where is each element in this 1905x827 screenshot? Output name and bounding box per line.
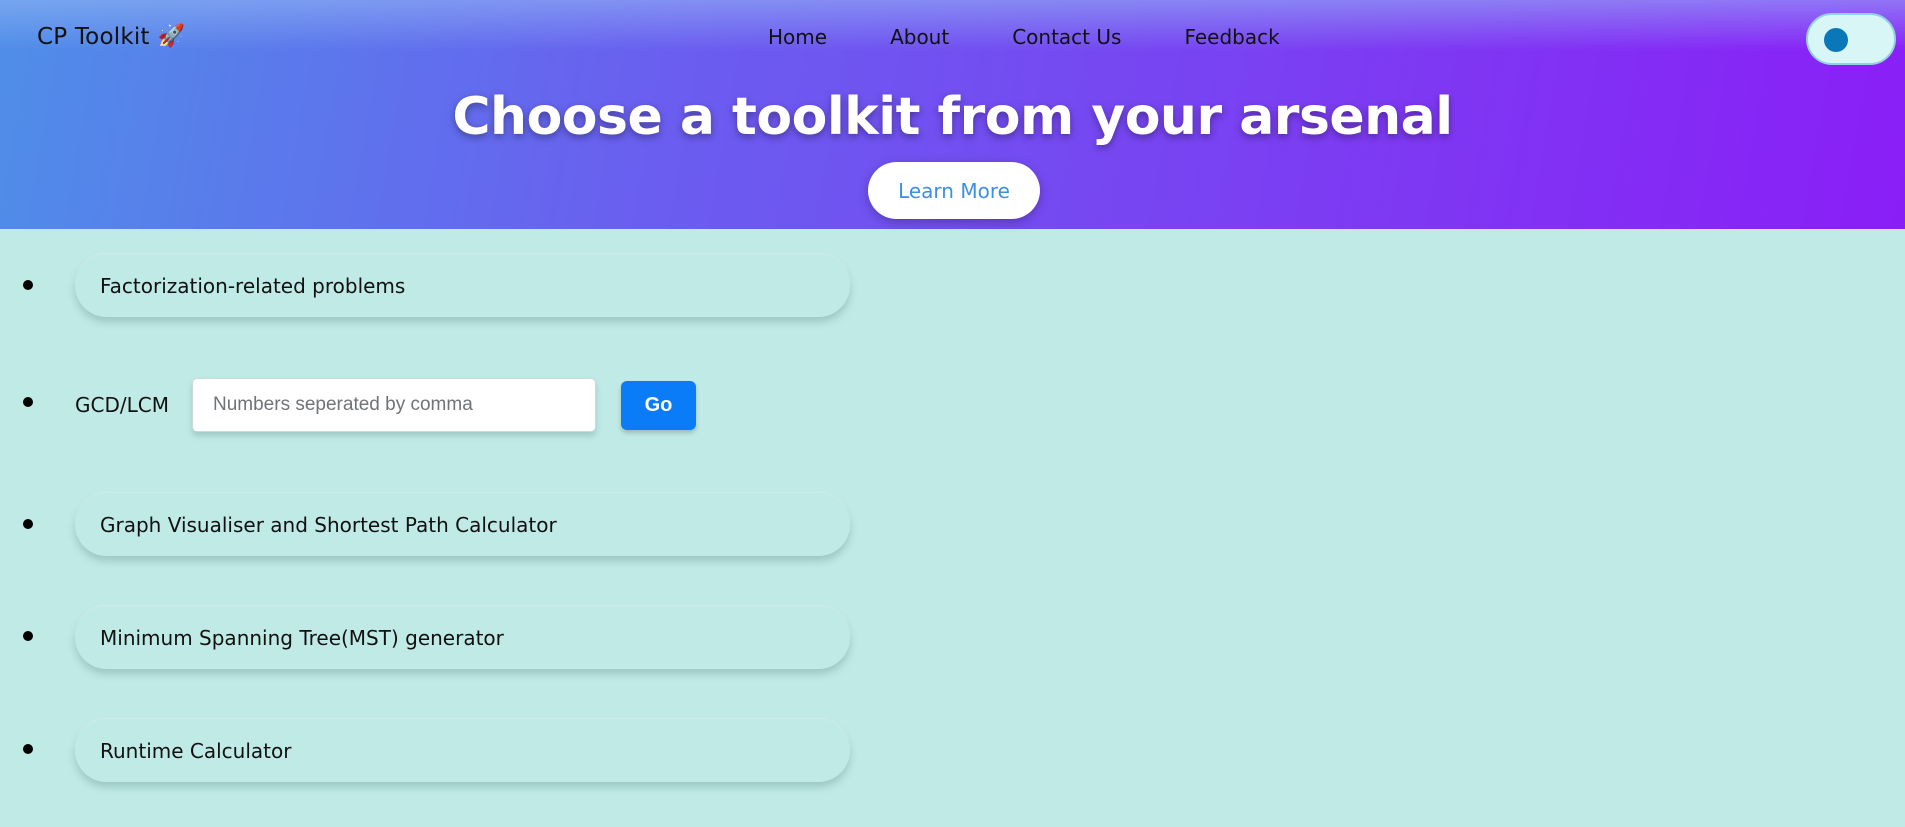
- nav-about[interactable]: About: [890, 25, 949, 49]
- gcd-numbers-input[interactable]: [192, 378, 596, 432]
- list-bullet: [23, 280, 33, 290]
- list-bullet: [23, 631, 33, 641]
- site-header: CP Toolkit 🚀 Home About Contact Us Feedb…: [0, 0, 1905, 229]
- list-bullet: [23, 519, 33, 529]
- learn-more-button[interactable]: Learn More: [868, 162, 1040, 219]
- main-nav: Home About Contact Us Feedback: [768, 20, 1280, 54]
- list-bullet: [23, 744, 33, 754]
- brand-name: CP Toolkit: [37, 24, 150, 50]
- gcd-lcm-label: GCD/LCM: [75, 393, 169, 417]
- runtime-tool-card[interactable]: Runtime Calculator: [75, 719, 850, 782]
- list-bullet: [23, 397, 33, 407]
- go-button[interactable]: Go: [621, 381, 696, 430]
- mst-tool-card[interactable]: Minimum Spanning Tree(MST) generator: [75, 606, 850, 669]
- factorization-tool-card[interactable]: Factorization-related problems: [75, 254, 850, 317]
- nav-home[interactable]: Home: [768, 25, 827, 49]
- toggle-knob: [1824, 28, 1848, 52]
- rocket-icon: 🚀: [157, 24, 186, 49]
- theme-toggle[interactable]: [1806, 13, 1896, 65]
- nav-contact-us[interactable]: Contact Us: [1012, 25, 1121, 49]
- brand-logo[interactable]: CP Toolkit 🚀: [37, 20, 185, 54]
- graph-tool-card[interactable]: Graph Visualiser and Shortest Path Calcu…: [75, 493, 850, 556]
- hero-title: Choose a toolkit from your arsenal: [452, 87, 1453, 147]
- nav-feedback[interactable]: Feedback: [1184, 25, 1279, 49]
